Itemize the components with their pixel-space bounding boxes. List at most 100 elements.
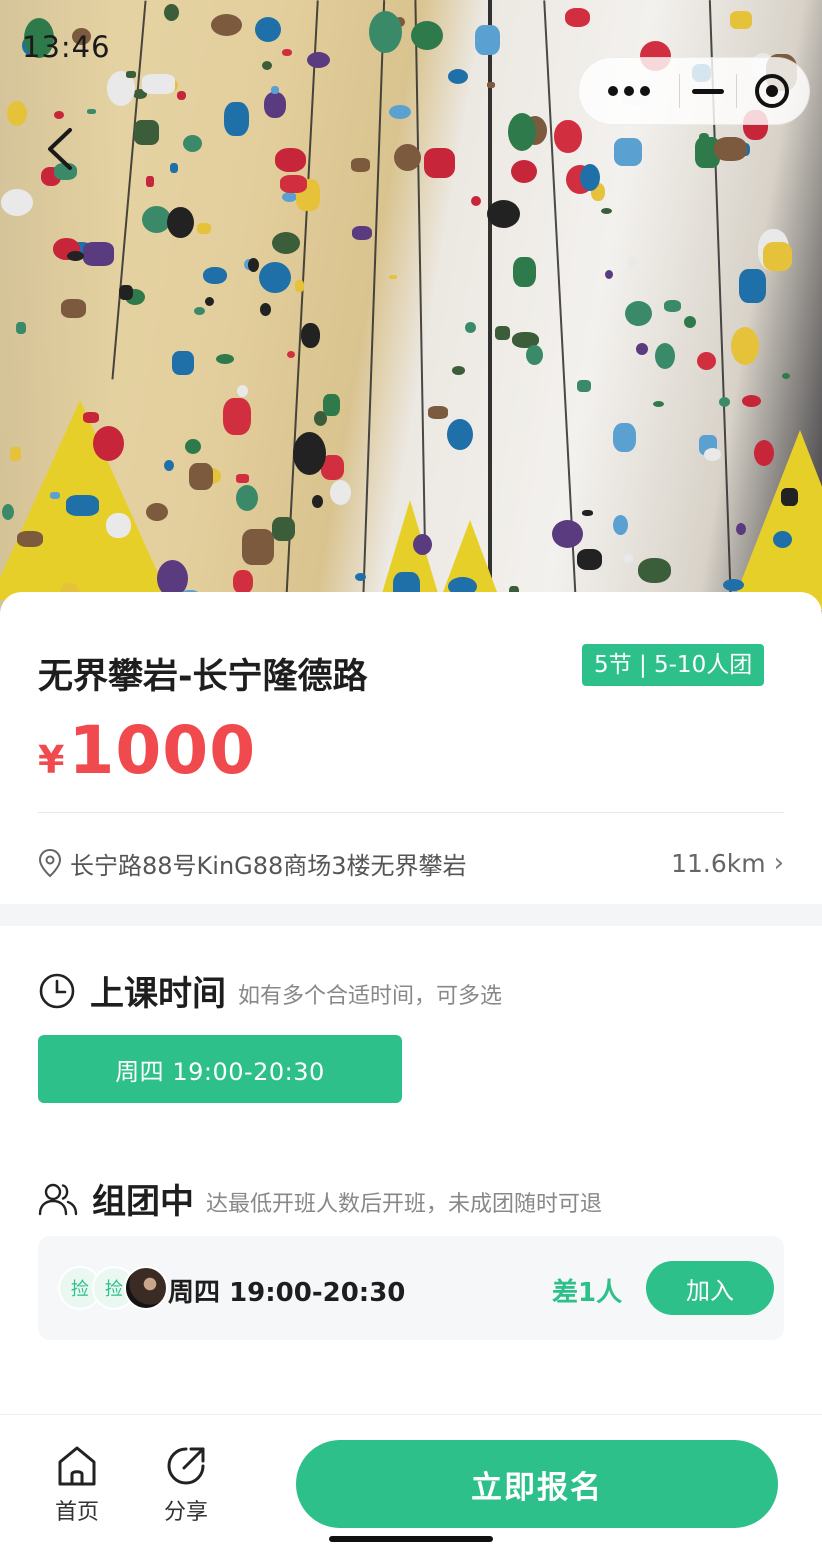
schedule-title: 上课时间 [90, 974, 226, 1014]
climbing-hold [255, 17, 281, 42]
group-need: 差1人 [552, 1278, 623, 1308]
climbing-hold [773, 531, 792, 548]
schedule-header: 上课时间 如有多个合适时间，可多选 [38, 966, 502, 1015]
signup-button[interactable]: 立即报名 [296, 1440, 778, 1528]
climbing-hold [236, 474, 249, 483]
climbing-hold [394, 144, 421, 171]
address-row[interactable]: 长宁路88号KinG88商场3楼无界攀岩 11.6km › [38, 838, 784, 888]
climbing-hold [730, 11, 752, 29]
climbing-hold [638, 558, 671, 583]
climbing-hold [352, 226, 372, 240]
section-separator [0, 904, 822, 926]
avatar-text: 捡 [105, 1279, 123, 1300]
climbing-hold [50, 492, 60, 499]
climbing-hold [754, 440, 774, 466]
climbing-hold [295, 280, 304, 292]
climbing-hold [323, 394, 340, 416]
climbing-hold [262, 61, 272, 70]
join-button[interactable]: 加入 [646, 1261, 774, 1315]
climbing-hold [282, 49, 292, 56]
climbing-hold [83, 412, 99, 423]
group-time: 周四 19:00-20:30 [168, 1272, 405, 1309]
climbing-hold [369, 11, 402, 53]
climbing-hold [287, 351, 295, 358]
climbing-hold [487, 82, 495, 88]
hero-photo: 13:46 [0, 0, 822, 640]
group-time-range: 19:00-20:30 [229, 1278, 406, 1308]
more-button[interactable] [579, 58, 679, 124]
home-nav[interactable]: 首页 [37, 1444, 117, 1526]
climbing-hold [259, 262, 291, 293]
time-slot-option[interactable]: 周四 19:00-20:30 [38, 1035, 402, 1103]
climbing-hold [424, 148, 455, 178]
climbing-hold [613, 515, 628, 535]
share-label: 分享 [163, 1500, 208, 1525]
climbing-hold [87, 109, 96, 114]
climbing-hold [781, 488, 798, 506]
climbing-hold [580, 164, 600, 191]
climbing-hold [10, 447, 21, 461]
climbing-hold [448, 69, 468, 84]
climbing-hold [211, 14, 242, 36]
climbing-hold [413, 534, 432, 555]
climbing-hold [577, 549, 602, 570]
back-button[interactable] [40, 124, 80, 174]
climbing-hold [293, 432, 326, 475]
status-time: 13:46 [22, 30, 111, 64]
climbing-hold [554, 120, 582, 153]
climbing-hold [61, 299, 86, 318]
close-button[interactable] [737, 58, 807, 124]
home-label: 首页 [54, 1500, 99, 1525]
climbing-hold [625, 301, 652, 326]
climbing-hold [223, 398, 251, 435]
climbing-hold [736, 523, 746, 535]
climbing-hold [601, 208, 612, 214]
climbing-hold [272, 232, 300, 254]
climbing-hold [203, 267, 227, 284]
climbing-hold [134, 120, 159, 145]
climbing-hold [389, 275, 397, 279]
climbing-hold [142, 74, 175, 94]
climbing-hold [447, 419, 473, 450]
climbing-hold [264, 92, 286, 118]
avatar-text: 捡 [71, 1279, 89, 1300]
climbing-hold [164, 460, 174, 471]
group-header: 组团中 达最低开班人数后开班，未成团随时可退 [38, 1174, 602, 1223]
climbing-hold [351, 158, 370, 172]
group-subtitle: 达最低开班人数后开班，未成团随时可退 [206, 1191, 603, 1217]
climbing-hold [731, 327, 759, 365]
climbing-hold [164, 4, 179, 21]
climbing-hold [714, 137, 747, 161]
climbing-hold [495, 326, 510, 340]
climbing-hold [242, 529, 274, 565]
climbing-hold [282, 192, 297, 202]
climbing-hold [54, 111, 64, 119]
climbing-hold [742, 395, 761, 407]
climbing-hold [389, 105, 411, 119]
climbing-hold [428, 406, 448, 419]
climbing-hold [189, 463, 213, 490]
climbing-hold [699, 133, 709, 141]
climbing-hold [17, 531, 43, 547]
climbing-hold [508, 113, 536, 151]
climbing-hold [582, 510, 593, 516]
climbing-hold [653, 401, 664, 407]
climbing-hold [93, 426, 124, 461]
price: ¥ 1000 [38, 712, 256, 789]
group-weekday: 周四 [168, 1278, 221, 1308]
climbing-hold [126, 71, 136, 78]
climbing-hold [197, 223, 211, 234]
share-nav[interactable]: 分享 [146, 1444, 226, 1526]
climbing-hold [1, 189, 33, 216]
climbing-hold [628, 257, 636, 266]
minimize-button[interactable] [680, 58, 736, 124]
climbing-hold [312, 495, 323, 508]
climbing-hold [782, 373, 790, 379]
climbing-hold [719, 397, 730, 407]
address-text: 长宁路88号KinG88商场3楼无界攀岩 [70, 851, 467, 880]
climbing-hold [411, 21, 443, 50]
home-icon [58, 1446, 96, 1486]
climbing-hold [301, 323, 320, 348]
climbing-hold [471, 196, 481, 206]
climbing-hold [272, 517, 295, 541]
